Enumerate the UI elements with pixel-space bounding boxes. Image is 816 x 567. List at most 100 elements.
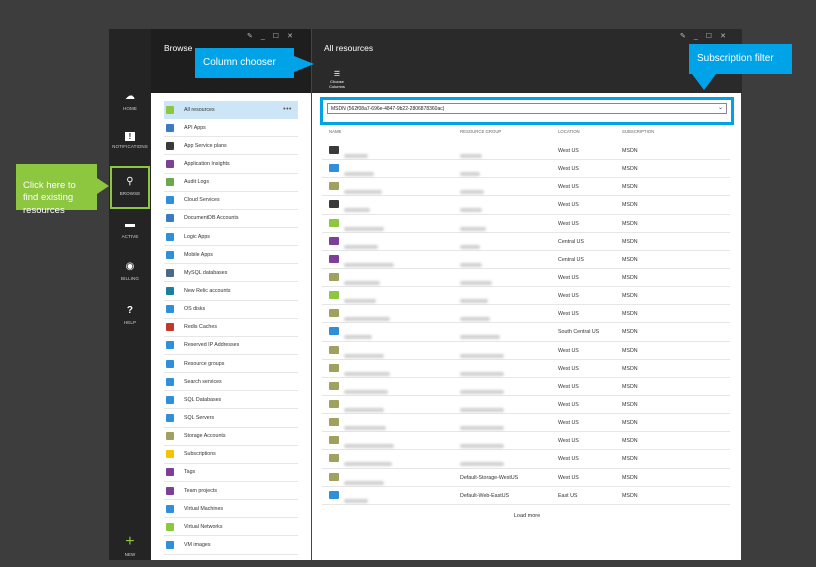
nav-home[interactable]: ☁ HOME <box>109 91 151 111</box>
browse-item[interactable]: Application Insights <box>164 155 298 174</box>
maximize-icon[interactable]: ☐ <box>273 33 287 40</box>
resource-type-icon <box>166 250 174 259</box>
table-row[interactable]: West US MSDN <box>322 269 730 288</box>
subscription-cell: MSDN <box>622 148 638 154</box>
browse-item-label: Subscriptions <box>184 451 216 458</box>
nav-active-label: ACTIVE <box>121 234 139 239</box>
table-row[interactable]: West US MSDN <box>322 196 730 215</box>
nav-notifications[interactable]: ! NOTIFICATIONS <box>109 132 151 149</box>
subscription-cell: MSDN <box>622 274 638 281</box>
close-icon[interactable]: ✕ <box>287 33 301 40</box>
nav-help[interactable]: ? HELP <box>109 305 151 325</box>
browse-title: Browse <box>164 43 193 53</box>
browse-item[interactable]: Logic Apps <box>164 228 298 247</box>
browse-window-controls[interactable]: ✎_☐✕ <box>247 32 301 40</box>
browse-item[interactable]: App Service plans <box>164 137 298 156</box>
table-row[interactable]: West US MSDN <box>322 160 730 179</box>
resource-icon <box>329 381 339 390</box>
table-row[interactable]: West US MSDN <box>322 378 730 396</box>
browse-item[interactable]: Cloud Services <box>164 192 298 210</box>
browse-item-label: VM images <box>184 541 211 548</box>
browse-item[interactable]: Tags <box>164 464 298 482</box>
table-row[interactable]: West US MSDN <box>322 287 730 306</box>
table-row[interactable]: West US MSDN <box>322 396 730 415</box>
resource-type-icon <box>166 413 174 422</box>
table-row[interactable]: South Central US MSDN <box>322 323 730 342</box>
browse-item[interactable]: SQL Servers <box>164 409 298 428</box>
location-cell: West US <box>558 365 579 372</box>
column-name[interactable]: NAME <box>329 129 341 134</box>
nav-active[interactable]: ▬ ACTIVE <box>109 219 151 239</box>
table-row[interactable]: West US MSDN <box>322 342 730 360</box>
minimize-icon[interactable]: _ <box>261 33 273 40</box>
cloud-icon: ☁ <box>124 91 136 102</box>
browse-item[interactable]: OS disks <box>164 301 298 319</box>
browse-item[interactable]: MySQL databases <box>164 264 298 283</box>
resource-icon <box>329 146 339 154</box>
browse-item-label: Team projects <box>184 487 217 494</box>
resource-type-icon <box>166 214 174 223</box>
browse-item[interactable]: Audit Logs <box>164 174 298 192</box>
browse-item[interactable]: Subscriptions <box>164 446 298 464</box>
subscription-cell: MSDN <box>622 166 638 173</box>
browse-item[interactable]: Virtual Machines <box>164 500 298 519</box>
resource-type-icon <box>166 268 174 277</box>
browse-item[interactable]: Redis Caches <box>164 319 298 337</box>
browse-item[interactable]: All resources ••• <box>164 101 298 120</box>
browse-item[interactable]: DocumentDB Accounts <box>164 210 298 228</box>
table-row[interactable]: West US MSDN <box>322 142 730 161</box>
table-row[interactable]: West US MSDN <box>322 215 730 233</box>
pin-icon[interactable]: ✎ <box>680 33 694 40</box>
pin-icon[interactable]: ✎ <box>247 33 261 40</box>
resource-type-icon <box>166 450 174 459</box>
browse-item-label: Logic Apps <box>184 233 210 240</box>
browse-item[interactable]: Resource groups <box>164 355 298 374</box>
browse-highlight-box <box>110 166 150 209</box>
more-icon[interactable]: ••• <box>283 106 292 113</box>
browse-item[interactable]: Reserved IP Addresses <box>164 337 298 355</box>
table-row[interactable]: West US MSDN <box>322 432 730 451</box>
table-row[interactable]: West US MSDN <box>322 305 730 324</box>
resource-type-icon <box>166 286 174 295</box>
subscription-cell: MSDN <box>622 256 638 263</box>
browse-item[interactable]: Mobile Apps <box>164 246 298 265</box>
choose-columns-button[interactable]: ☰ Choose Columns <box>326 71 348 89</box>
subscription-cell: MSDN <box>622 329 638 336</box>
table-row[interactable]: West US MSDN <box>322 414 730 433</box>
browse-item[interactable]: SQL Databases <box>164 391 298 410</box>
resource-type-icon <box>166 359 174 368</box>
column-location[interactable]: LOCATION <box>558 129 580 134</box>
column-subscription[interactable]: SUBSCRIPTION <box>622 129 654 134</box>
table-row[interactable]: Default-Storage-WestUS West US MSDN <box>322 469 730 487</box>
minimize-icon[interactable]: _ <box>694 33 706 40</box>
table-row[interactable]: West US MSDN <box>322 360 730 378</box>
load-more-link[interactable]: Load more <box>312 513 742 519</box>
resource-type-icon <box>166 141 174 150</box>
browse-item[interactable]: VM images <box>164 536 298 555</box>
close-icon[interactable]: ✕ <box>720 33 734 40</box>
browse-item-label: API Apps <box>184 124 206 131</box>
table-row[interactable]: West US MSDN <box>322 450 730 469</box>
column-resource-group[interactable]: RESOURCE GROUP <box>460 129 501 134</box>
table-row[interactable]: Central US MSDN <box>322 251 730 269</box>
browse-item[interactable]: Search services <box>164 373 298 392</box>
browse-item[interactable]: Virtual Networks <box>164 518 298 537</box>
browse-item[interactable]: New Relic accounts <box>164 282 298 301</box>
subscription-cell: MSDN <box>622 420 638 427</box>
browse-item[interactable]: Team projects <box>164 482 298 501</box>
subscription-cell: MSDN <box>622 347 638 354</box>
resources-window-controls[interactable]: ✎_☐✕ <box>680 32 734 40</box>
browse-hint-callout: Click here to find existing resources <box>16 164 97 216</box>
table-row[interactable]: Default-Web-EastUS East US MSDN <box>322 487 730 505</box>
subscription-select[interactable]: MSDN (562f08a7-696e-4847-9b22-2806878360… <box>327 103 727 114</box>
nav-billing[interactable]: ◉ BILLING <box>109 261 151 281</box>
table-row[interactable]: West US MSDN <box>322 178 730 197</box>
maximize-icon[interactable]: ☐ <box>706 33 720 40</box>
nav-new[interactable]: + NEW <box>109 534 151 558</box>
column-chooser-callout-tail <box>294 56 314 72</box>
subscription-cell: MSDN <box>622 492 638 499</box>
resource-type-icon <box>166 540 174 549</box>
browse-item[interactable]: Storage Accounts <box>164 428 298 446</box>
table-row[interactable]: Central US MSDN <box>322 233 730 251</box>
browse-item[interactable]: API Apps <box>164 119 298 138</box>
